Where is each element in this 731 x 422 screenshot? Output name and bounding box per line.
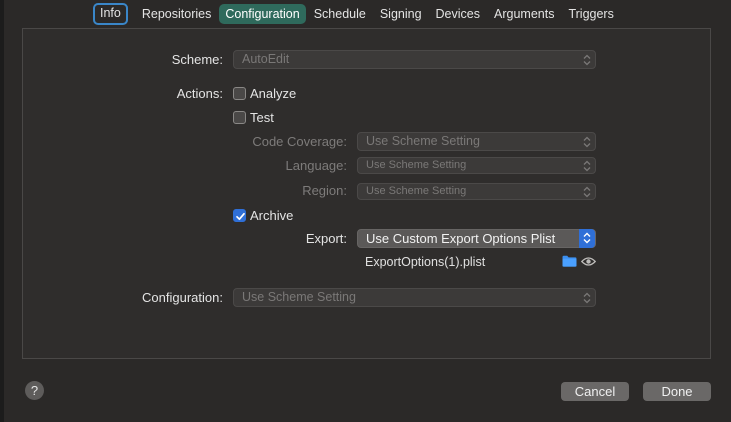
language-value: Use Scheme Setting [366,159,467,171]
chevron-updown-icon [583,136,591,148]
configuration-popup[interactable]: Use Scheme Setting [233,288,596,307]
chevron-updown-icon [583,160,591,172]
export-file-name: ExportOptions(1).plist [365,255,486,269]
test-checkbox[interactable] [233,111,246,124]
region-label: Region: [302,183,347,198]
configuration-value: Use Scheme Setting [242,290,356,304]
region-popup[interactable]: Use Scheme Setting [357,183,596,200]
archive-checkbox[interactable] [233,209,246,222]
region-value: Use Scheme Setting [366,185,467,197]
tab-repositories[interactable]: Repositories [136,4,217,24]
analyze-checkbox[interactable] [233,87,246,100]
tab-devices[interactable]: Devices [430,4,486,24]
export-popup[interactable]: Use Custom Export Options Plist [357,229,596,248]
configuration-label: Configuration: [142,290,223,305]
export-label: Export: [305,231,347,246]
export-value: Use Custom Export Options Plist [366,231,556,246]
tab-configuration[interactable]: Configuration [219,4,306,24]
tab-bar: Info Repositories Configuration Schedule… [93,2,622,26]
eye-icon[interactable] [581,256,596,267]
chevron-updown-icon [583,186,591,198]
scheme-popup[interactable]: AutoEdit [233,50,596,69]
tab-signing[interactable]: Signing [374,4,428,24]
tab-arguments[interactable]: Arguments [488,4,560,24]
code-coverage-popup[interactable]: Use Scheme Setting [357,132,596,151]
language-label: Language: [285,158,347,173]
chevron-updown-icon [583,292,591,304]
language-popup[interactable]: Use Scheme Setting [357,157,596,174]
code-coverage-label: Code Coverage: [252,134,347,149]
export-stepper [579,229,595,248]
test-label[interactable]: Test [250,110,274,125]
tab-triggers[interactable]: Triggers [562,4,619,24]
scheme-value: AutoEdit [242,52,290,66]
code-coverage-value: Use Scheme Setting [366,134,480,148]
cancel-button[interactable]: Cancel [561,382,629,401]
actions-label: Actions: [176,86,223,101]
checkmark-icon [236,212,245,221]
chevron-updown-icon [583,54,591,66]
archive-label[interactable]: Archive [250,208,293,223]
analyze-label[interactable]: Analyze [250,86,296,101]
done-button[interactable]: Done [643,382,711,401]
help-button[interactable]: ? [25,381,44,400]
folder-icon[interactable] [562,255,577,267]
tab-schedule[interactable]: Schedule [308,4,372,24]
chevron-updown-icon [583,232,591,244]
scheme-label: Scheme: [171,52,223,67]
tab-info[interactable]: Info [93,3,128,25]
